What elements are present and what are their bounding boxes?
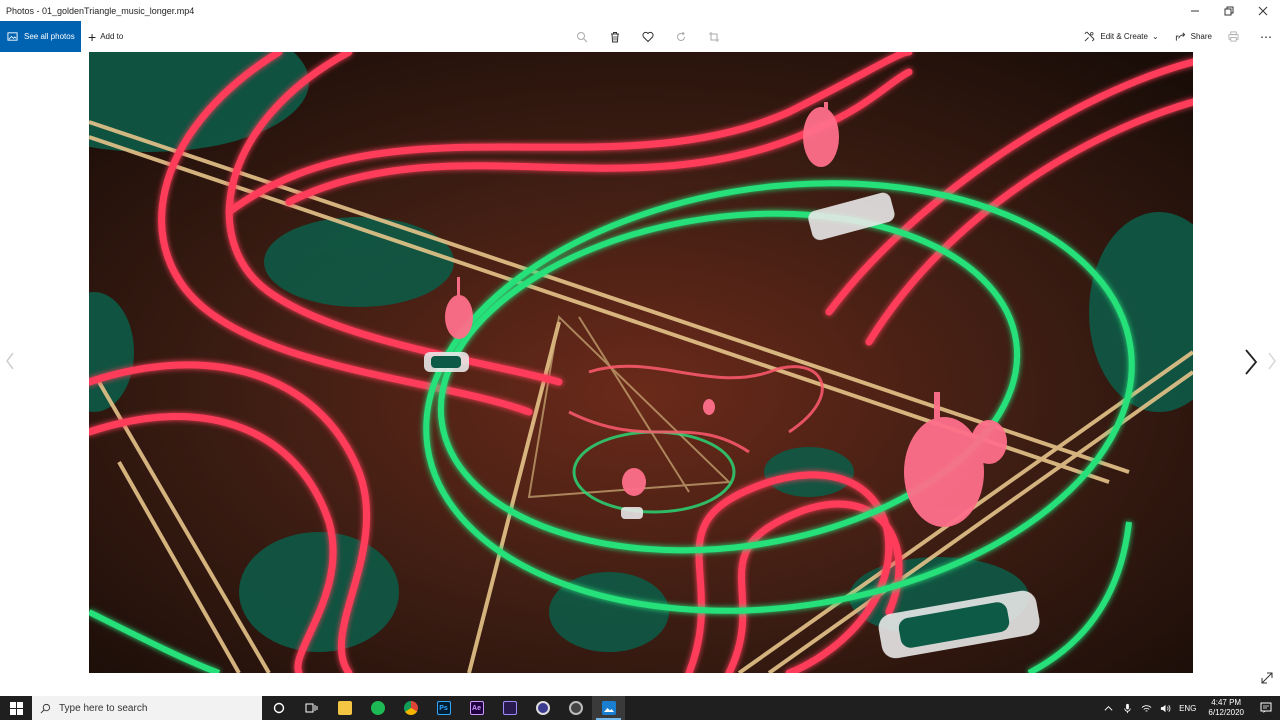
task-view-button[interactable] <box>295 696 328 720</box>
action-center-button[interactable] <box>1252 696 1280 720</box>
see-all-photos-label: See all photos <box>24 32 75 41</box>
delete-icon <box>610 31 619 42</box>
media-encoder-icon <box>502 701 517 715</box>
media-viewer[interactable] <box>89 52 1193 673</box>
folder-icon <box>337 701 352 715</box>
print-button[interactable] <box>1220 21 1252 52</box>
taskbar-photoshop[interactable]: Ps <box>427 696 460 720</box>
close-button[interactable] <box>1246 0 1280 21</box>
rotate-icon <box>676 31 685 41</box>
expand-icon <box>1261 672 1273 684</box>
volume-button[interactable] <box>1156 696 1175 720</box>
search-placeholder: Type here to search <box>59 702 148 714</box>
spotify-icon <box>370 701 385 715</box>
tray-overflow-button[interactable] <box>1099 696 1118 720</box>
share-button[interactable]: Share <box>1167 21 1220 52</box>
taskbar-chrome[interactable] <box>394 696 427 720</box>
edit-create-button[interactable]: Edit & Create ⌄ <box>1076 21 1166 52</box>
heart-icon <box>641 31 654 42</box>
cortana-circle-icon <box>273 702 284 714</box>
title-bar: Photos - 01_goldenTriangle_music_longer.… <box>0 0 1280 21</box>
windows-logo-icon <box>9 701 23 715</box>
minimize-button[interactable] <box>1178 0 1212 21</box>
search-icon <box>40 703 51 713</box>
task-view-icon <box>305 703 318 713</box>
center-tools <box>565 21 730 52</box>
photos-toolbar: See all photos + Add to Edit & Create ⌄ <box>0 21 1280 52</box>
microphone-icon <box>1124 703 1131 713</box>
microphone-button[interactable] <box>1118 696 1137 720</box>
window-title: Photos - 01_goldenTriangle_music_longer.… <box>6 5 195 16</box>
windows-taskbar: Type here to search Ps Ae ENG 4:47 PM 6/… <box>0 696 1280 720</box>
chevron-right-faded-icon <box>1268 352 1276 370</box>
taskbar-file-explorer[interactable] <box>328 696 361 720</box>
taskbar-photos[interactable] <box>592 696 625 720</box>
video-frame-image <box>89 52 1193 673</box>
see-all-photos-button[interactable]: See all photos <box>0 21 81 52</box>
wifi-icon <box>1141 704 1152 712</box>
speaker-icon <box>1160 704 1171 712</box>
full-screen-button[interactable] <box>1258 669 1276 687</box>
crop-icon <box>708 31 719 42</box>
share-icon <box>1175 32 1185 41</box>
edit-create-label: Edit & Create <box>1100 32 1148 41</box>
after-effects-icon: Ae <box>469 701 484 715</box>
print-icon <box>1228 31 1239 42</box>
clock-time: 4:47 PM <box>1211 698 1242 707</box>
photoshop-icon: Ps <box>436 701 451 715</box>
taskbar-obs[interactable] <box>526 696 559 720</box>
rotate-button[interactable] <box>664 21 697 52</box>
add-to-label: Add to <box>100 32 124 41</box>
next-arrow-faded <box>1264 348 1280 374</box>
taskbar-search-box[interactable]: Type here to search <box>32 696 262 720</box>
add-to-button[interactable]: + Add to <box>88 21 123 52</box>
right-tools: Edit & Create ⌄ Share ⋯ <box>1076 21 1280 52</box>
photo-gallery-icon <box>7 32 18 41</box>
taskbar-media-encoder[interactable] <box>493 696 526 720</box>
system-tray: ENG 4:47 PM 6/12/2020 <box>1099 696 1280 720</box>
language-indicator[interactable]: ENG <box>1175 696 1200 720</box>
photos-app-icon <box>601 701 616 715</box>
network-button[interactable] <box>1137 696 1156 720</box>
share-label: Share <box>1190 32 1212 41</box>
minimize-icon <box>1191 10 1199 11</box>
taskbar-clock[interactable]: 4:47 PM 6/12/2020 <box>1200 698 1252 718</box>
obs-icon <box>535 701 550 715</box>
zoom-icon <box>576 31 587 42</box>
edit-create-icon <box>1084 31 1095 42</box>
delete-button[interactable] <box>598 21 631 52</box>
restore-button[interactable] <box>1212 0 1246 21</box>
cortana-button[interactable] <box>262 696 295 720</box>
crop-button[interactable] <box>697 21 730 52</box>
more-icon: ⋯ <box>1260 29 1272 44</box>
notification-icon <box>1260 702 1272 713</box>
taskbar-recorder[interactable] <box>559 696 592 720</box>
taskbar-after-effects[interactable]: Ae <box>460 696 493 720</box>
favorite-button[interactable] <box>631 21 664 52</box>
recorder-icon <box>568 701 583 715</box>
taskbar-spotify[interactable] <box>361 696 394 720</box>
close-icon <box>1258 6 1268 15</box>
clock-date: 6/12/2020 <box>1208 708 1244 717</box>
next-arrow-button[interactable] <box>1238 345 1264 379</box>
zoom-button[interactable] <box>565 21 598 52</box>
chrome-icon <box>403 701 418 715</box>
chevron-right-icon <box>1245 349 1258 375</box>
previous-arrow-button[interactable] <box>0 348 20 374</box>
chevron-left-icon <box>6 352 14 370</box>
start-button[interactable] <box>0 696 32 720</box>
chevron-up-icon <box>1104 705 1113 711</box>
chevron-down-icon: ⌄ <box>1151 32 1159 41</box>
restore-icon <box>1224 6 1234 15</box>
plus-icon: + <box>88 28 97 45</box>
more-options-button[interactable]: ⋯ <box>1252 21 1280 52</box>
